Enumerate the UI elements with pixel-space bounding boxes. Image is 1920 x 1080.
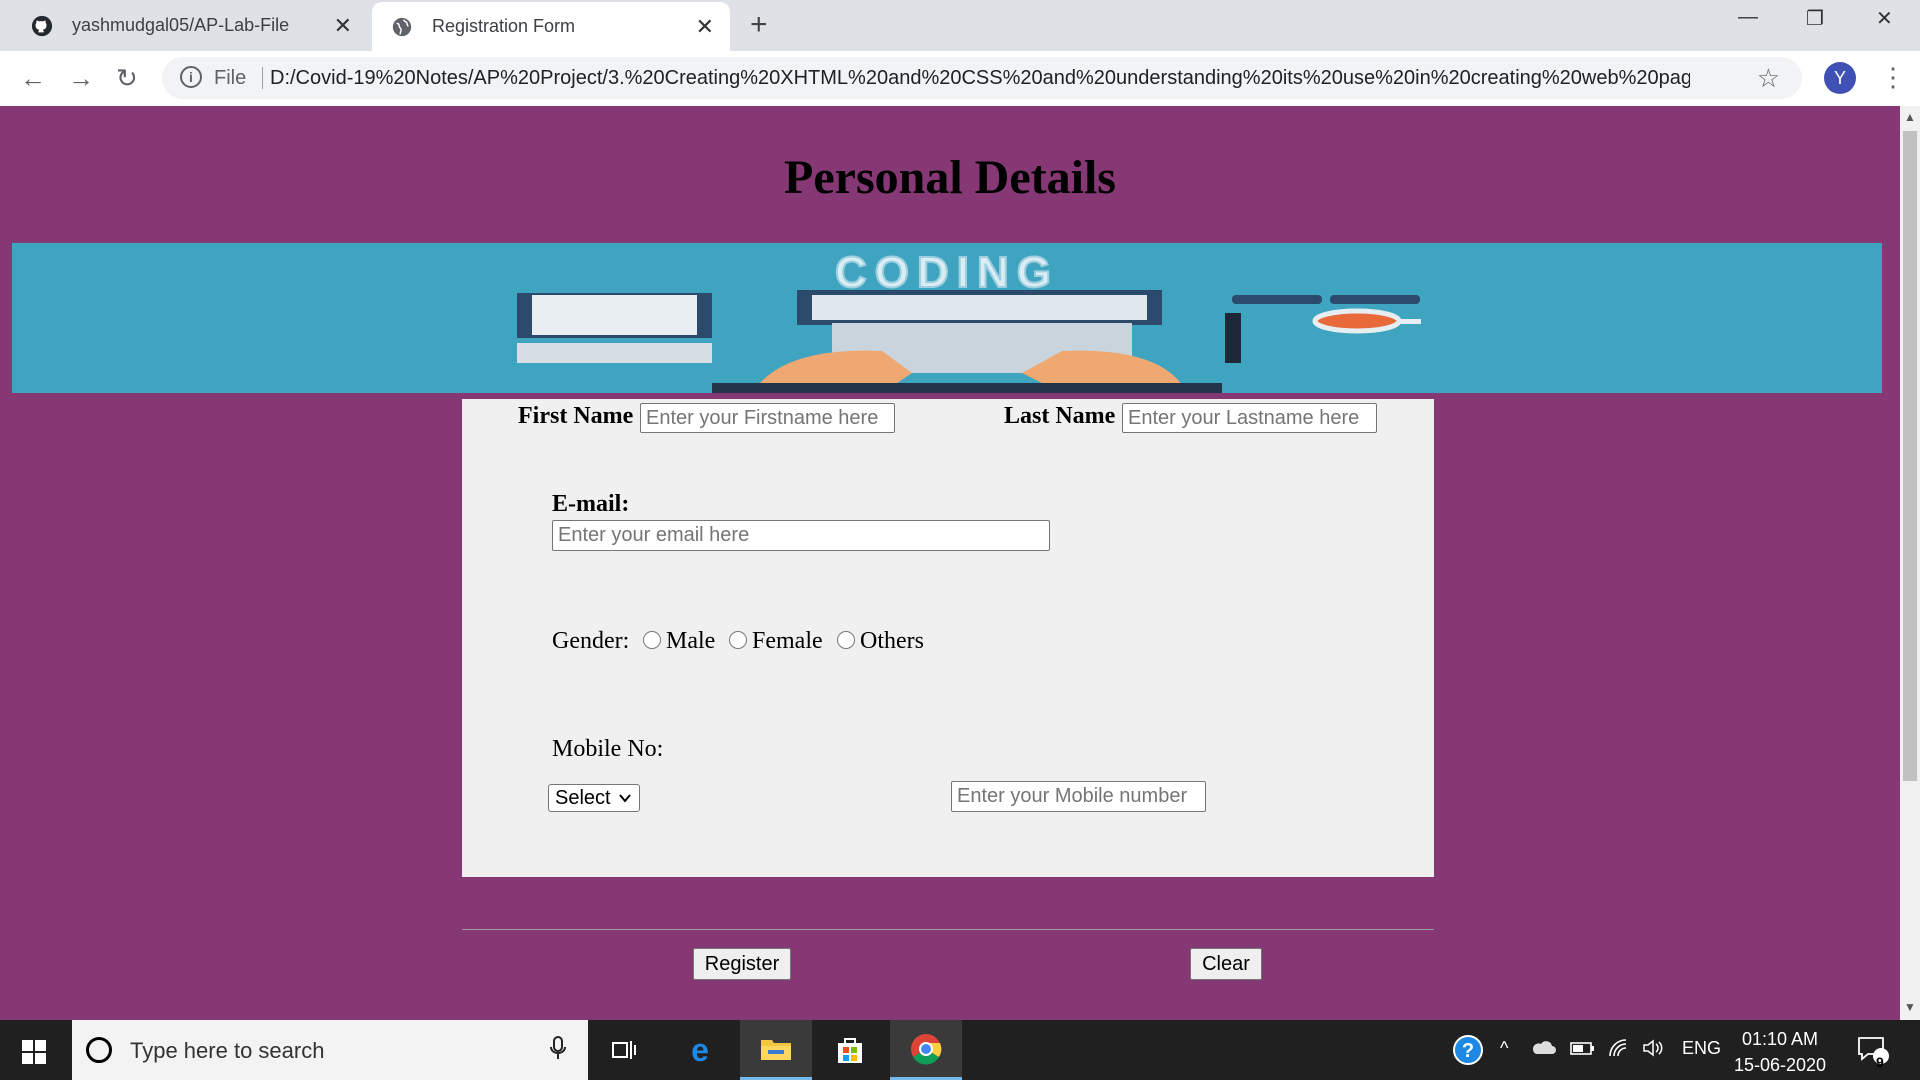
battery-icon[interactable] bbox=[1570, 1038, 1596, 1063]
browser-menu-icon[interactable]: ⋮ bbox=[1880, 62, 1906, 93]
vertical-scrollbar[interactable]: ▲ ▼ bbox=[1900, 106, 1920, 1020]
scroll-up-icon[interactable]: ▲ bbox=[1904, 110, 1916, 124]
clock-time: 01:10 AM bbox=[1741, 1029, 1819, 1049]
first-name-input[interactable] bbox=[640, 403, 895, 433]
gender-male-label: Male bbox=[666, 628, 716, 654]
tab-github[interactable]: yashmudgal05/AP-Lab-File ✕ bbox=[12, 0, 368, 51]
bookmark-star-icon[interactable]: ☆ bbox=[1757, 63, 1780, 94]
back-icon[interactable]: ← bbox=[20, 63, 46, 93]
last-name-input[interactable] bbox=[1122, 403, 1377, 433]
wifi-icon[interactable] bbox=[1608, 1038, 1632, 1063]
gender-female-radio[interactable] bbox=[729, 631, 747, 649]
register-button[interactable]: Register bbox=[693, 948, 791, 980]
system-clock[interactable]: 01:10 AM 15-06-2020 bbox=[1730, 1026, 1830, 1078]
notification-count-badge: 9 bbox=[1876, 1054, 1884, 1070]
chrome-icon[interactable] bbox=[890, 1020, 962, 1080]
chevron-down-icon bbox=[618, 785, 632, 820]
scroll-down-icon[interactable]: ▼ bbox=[1904, 1000, 1916, 1014]
gender-others-radio[interactable] bbox=[837, 631, 855, 649]
select-value: Select bbox=[555, 787, 611, 809]
show-hidden-icons-icon[interactable]: ^ bbox=[1500, 1038, 1508, 1059]
edge-icon[interactable]: e bbox=[664, 1020, 736, 1080]
email-label: E-mail: bbox=[552, 491, 630, 517]
browser-toolbar: ← → ↻ i File D:/Covid-19%20Notes/AP%20Pr… bbox=[0, 51, 1920, 107]
notifications-icon[interactable] bbox=[1856, 1034, 1890, 1071]
gender-male-radio[interactable] bbox=[643, 631, 661, 649]
close-tab-icon[interactable]: ✕ bbox=[334, 13, 352, 39]
minimize-icon[interactable]: — bbox=[1738, 6, 1758, 29]
help-icon[interactable]: ? bbox=[1452, 1034, 1484, 1071]
restore-icon[interactable]: ❐ bbox=[1806, 6, 1824, 31]
svg-text:e: e bbox=[691, 1035, 709, 1065]
page-viewport: Personal Details CODING First Name Enter… bbox=[0, 106, 1900, 1020]
tab-title: yashmudgal05/AP-Lab-File bbox=[72, 15, 290, 35]
registration-form: First Name Last Name E-mail: Gender: Mal… bbox=[462, 399, 1434, 980]
clock-date: 15-06-2020 bbox=[1733, 1055, 1827, 1075]
address-bar[interactable]: i File D:/Covid-19%20Notes/AP%20Project/… bbox=[162, 57, 1802, 99]
country-code-select[interactable]: Select bbox=[548, 784, 640, 812]
reload-icon[interactable]: ↻ bbox=[116, 63, 138, 93]
onedrive-icon[interactable] bbox=[1530, 1038, 1556, 1063]
address-separator bbox=[262, 67, 263, 89]
scrollbar-thumb[interactable] bbox=[1903, 131, 1917, 781]
gender-others-label: Others bbox=[860, 628, 924, 654]
coding-banner-image: CODING bbox=[12, 243, 1882, 393]
file-explorer-icon[interactable] bbox=[740, 1020, 812, 1080]
banner-heading: CODING bbox=[835, 248, 1059, 297]
scheme-label: File bbox=[214, 67, 247, 89]
cortana-icon bbox=[86, 1037, 112, 1063]
github-icon bbox=[30, 14, 54, 38]
windows-start-icon[interactable] bbox=[22, 1040, 46, 1064]
svg-text:?: ? bbox=[1462, 1040, 1474, 1062]
forward-icon[interactable]: → bbox=[68, 63, 94, 93]
close-window-icon[interactable]: ✕ bbox=[1876, 6, 1893, 31]
language-indicator[interactable]: ENG bbox=[1682, 1038, 1721, 1059]
clear-button[interactable]: Clear bbox=[1190, 948, 1262, 980]
store-icon[interactable] bbox=[814, 1020, 886, 1080]
taskbar: Type here to search e ? ^ ENG 01:10 AM 1… bbox=[0, 1020, 1920, 1080]
gender-female-label: Female bbox=[752, 628, 823, 654]
new-tab-button[interactable]: + bbox=[750, 8, 768, 42]
site-info-icon[interactable]: i bbox=[180, 66, 202, 88]
task-view-icon[interactable] bbox=[588, 1020, 660, 1080]
microphone-icon[interactable] bbox=[550, 1035, 566, 1068]
gender-label: Gender: bbox=[552, 628, 630, 654]
close-tab-icon[interactable]: ✕ bbox=[696, 14, 714, 40]
email-input[interactable] bbox=[552, 520, 1050, 551]
volume-icon[interactable] bbox=[1642, 1038, 1666, 1063]
tab-strip: yashmudgal05/AP-Lab-File ✕ Registration … bbox=[0, 0, 1920, 51]
mobile-number-input[interactable] bbox=[951, 781, 1206, 812]
profile-avatar[interactable]: Y bbox=[1824, 62, 1856, 94]
search-placeholder: Type here to search bbox=[130, 1038, 325, 1063]
taskbar-search-box[interactable]: Type here to search bbox=[72, 1020, 588, 1080]
last-name-label: Last Name bbox=[1004, 403, 1116, 429]
url-text[interactable]: D:/Covid-19%20Notes/AP%20Project/3.%20Cr… bbox=[270, 67, 1690, 90]
mobile-label: Mobile No: bbox=[552, 736, 664, 762]
page-title: Personal Details bbox=[784, 151, 1116, 204]
tab-registration-form[interactable]: Registration Form ✕ bbox=[372, 2, 730, 51]
globe-icon bbox=[390, 15, 414, 39]
form-divider-line bbox=[462, 929, 1434, 930]
tab-title: Registration Form bbox=[432, 16, 576, 36]
first-name-label: First Name bbox=[518, 403, 634, 429]
